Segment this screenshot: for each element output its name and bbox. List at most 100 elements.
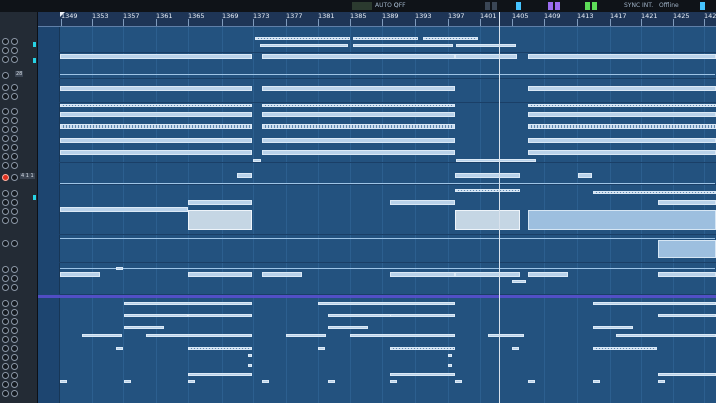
audio-clip[interactable] — [658, 272, 716, 277]
solo-button[interactable] — [11, 327, 18, 334]
solo-button[interactable] — [11, 345, 18, 352]
solo-button[interactable] — [11, 144, 18, 151]
solo-button[interactable] — [11, 93, 18, 100]
audio-clip[interactable] — [60, 138, 252, 143]
solo-button[interactable] — [11, 126, 18, 133]
audio-clip[interactable] — [262, 272, 302, 277]
audio-clip[interactable] — [455, 272, 520, 277]
mute-button[interactable] — [2, 390, 9, 397]
audio-clip[interactable] — [456, 159, 536, 162]
midi-clip[interactable] — [448, 354, 452, 357]
mute-button[interactable] — [2, 354, 9, 361]
solo-button[interactable] — [11, 381, 18, 388]
mute-button[interactable] — [2, 56, 9, 63]
midi-clip[interactable] — [188, 380, 195, 383]
midi-clip[interactable] — [255, 37, 350, 40]
marker-track[interactable] — [38, 295, 716, 298]
midi-clip[interactable] — [146, 334, 252, 337]
audio-clip[interactable] — [262, 150, 455, 155]
mute-button[interactable] — [2, 84, 9, 91]
midi-clip[interactable] — [262, 380, 269, 383]
midi-clip[interactable] — [60, 104, 252, 107]
mute-button[interactable] — [2, 162, 9, 169]
record-arm-button[interactable] — [2, 174, 9, 181]
monitor-button[interactable] — [11, 174, 18, 181]
solo-button[interactable] — [11, 300, 18, 307]
audio-clip[interactable] — [60, 207, 188, 212]
audio-clip[interactable] — [658, 240, 716, 258]
audio-clip[interactable] — [455, 173, 520, 178]
solo-button[interactable] — [11, 309, 18, 316]
midi-clip[interactable] — [328, 314, 393, 317]
mute-button[interactable] — [2, 381, 9, 388]
midi-clip[interactable] — [188, 347, 252, 350]
audio-clip[interactable] — [528, 272, 568, 277]
midi-clip[interactable] — [390, 380, 397, 383]
audio-clip[interactable] — [512, 280, 526, 283]
midi-clip[interactable] — [82, 334, 122, 337]
midi-clip[interactable] — [455, 380, 462, 383]
solo-button[interactable] — [11, 135, 18, 142]
audio-clip[interactable] — [188, 272, 252, 277]
midi-clip[interactable] — [318, 302, 455, 305]
audio-clip[interactable] — [528, 138, 716, 143]
solo-button[interactable] — [11, 38, 18, 45]
arrange-window[interactable]: 1349 1353 1357 1361 1365 1369 1373 1377 … — [38, 12, 716, 403]
midi-clip[interactable] — [593, 302, 716, 305]
audio-clip[interactable] — [578, 173, 592, 178]
midi-clip[interactable] — [448, 364, 452, 367]
mute-button[interactable] — [2, 240, 9, 247]
mute-button[interactable] — [2, 309, 9, 316]
mute-button[interactable] — [2, 93, 9, 100]
midi-clip[interactable] — [658, 373, 716, 376]
midi-clip[interactable] — [616, 334, 716, 337]
audio-clip[interactable] — [528, 210, 716, 230]
mute-button[interactable] — [2, 318, 9, 325]
selected-clip[interactable] — [188, 210, 252, 230]
midi-clip[interactable] — [318, 347, 325, 350]
solo-button[interactable] — [11, 208, 18, 215]
audio-clip[interactable] — [60, 112, 252, 117]
solo-button[interactable] — [11, 318, 18, 325]
automation-line[interactable] — [60, 268, 715, 269]
playhead-cursor[interactable] — [499, 12, 500, 403]
mute-button[interactable] — [2, 345, 9, 352]
midi-clip[interactable] — [390, 314, 455, 317]
solo-button[interactable] — [11, 363, 18, 370]
solo-button[interactable] — [11, 336, 18, 343]
solo-button[interactable] — [11, 354, 18, 361]
solo-button[interactable] — [11, 153, 18, 160]
mute-button[interactable] — [2, 363, 9, 370]
midi-clip[interactable] — [353, 44, 453, 47]
mute-button[interactable] — [2, 108, 9, 115]
solo-button[interactable] — [11, 117, 18, 124]
midi-clip[interactable] — [423, 37, 478, 40]
midi-clip[interactable] — [248, 354, 252, 357]
audio-clip[interactable] — [253, 159, 261, 162]
mute-button[interactable] — [2, 336, 9, 343]
mute-button[interactable] — [2, 217, 9, 224]
mute-button[interactable] — [2, 135, 9, 142]
sync-source[interactable]: INT. — [640, 2, 655, 10]
midi-clip[interactable] — [124, 326, 164, 329]
midi-clip[interactable] — [188, 373, 252, 376]
audio-clip[interactable] — [390, 200, 455, 205]
solo-button[interactable] — [11, 162, 18, 169]
midi-clip[interactable] — [328, 380, 335, 383]
midi-clip[interactable] — [328, 326, 368, 329]
midi-clip[interactable] — [593, 347, 657, 350]
midi-clip[interactable] — [350, 334, 455, 337]
mute-button[interactable] — [2, 300, 9, 307]
midi-clip[interactable] — [593, 326, 633, 329]
midi-clip[interactable] — [188, 314, 252, 317]
midi-clip[interactable] — [390, 373, 455, 376]
solo-button[interactable] — [11, 199, 18, 206]
audio-clip[interactable] — [237, 173, 252, 178]
midi-clip[interactable] — [488, 334, 524, 337]
bar-ruler[interactable]: 1349 1353 1357 1361 1365 1369 1373 1377 … — [38, 12, 716, 27]
midi-clip[interactable] — [60, 124, 252, 129]
midi-clip[interactable] — [353, 37, 418, 40]
audio-clip[interactable] — [262, 86, 455, 91]
midi-clip[interactable] — [593, 191, 716, 194]
solo-button[interactable] — [11, 372, 18, 379]
